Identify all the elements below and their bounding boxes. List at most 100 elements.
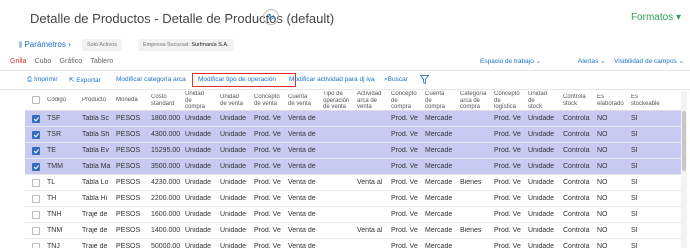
row-checkbox[interactable] <box>32 227 40 235</box>
table-cell: PESOS <box>116 131 141 138</box>
table-cell: Tabla Lo <box>82 179 109 186</box>
modify-arca-category-button[interactable]: Modificar categoría arca <box>116 76 186 83</box>
table-cell: PESOS <box>116 147 141 154</box>
search-button[interactable]: ⌕Buscar <box>384 76 408 84</box>
table-cell: Unidade <box>220 211 247 218</box>
filter-icon[interactable] <box>420 75 429 84</box>
table-row[interactable]: TE Tabla Ev PESOS 15295.00 Unidade Unidade Pro… <box>25 143 681 159</box>
table-cell: Prod. Ve <box>391 243 418 248</box>
table-cell: Controla <box>563 115 590 122</box>
table-cell: TMM <box>47 163 63 170</box>
param-chip-empresa[interactable]: Empresa-Sucursal: Surfmanía S.A. <box>138 39 234 51</box>
column-header[interactable]: Unidad de compra <box>185 91 217 110</box>
table-row[interactable]: TMM Tabla Ma PESOS 3500.000 Unidade Unidade Pr… <box>25 159 681 175</box>
chevron-down-icon: ⌄ <box>600 58 606 65</box>
table-row[interactable]: TL Tabla Lo PESOS 4230.000 Unidade Unidade Pro… <box>25 175 681 191</box>
table-cell: NO <box>597 131 608 138</box>
select-all-checkbox[interactable] <box>32 96 40 104</box>
chip-label: Solo Activos <box>87 42 117 48</box>
table-cell: TL <box>47 179 56 186</box>
print-button[interactable]: ⎙ Imprimir <box>27 76 57 84</box>
title-bar: Detalle de Productos - Detalle de Produc… <box>0 0 690 36</box>
export-icon: ⇱ <box>69 77 75 84</box>
table-cell: TNH <box>47 211 62 218</box>
table-cell: Venta de <box>288 131 316 138</box>
modify-activity-button[interactable]: Modificar actividad para dj iva <box>289 76 375 83</box>
table-row[interactable]: TH Tabla Hi PESOS 2200.000 Unidade Unidade Pro… <box>25 191 681 207</box>
export-button[interactable]: ⇱ Exportar <box>69 76 101 84</box>
table-cell: NO <box>597 179 608 186</box>
column-header[interactable]: Categoría arca de compra <box>460 91 491 110</box>
table-cell: Prod. Ve <box>391 163 418 170</box>
table-cell: Venta de <box>288 243 316 248</box>
table-cell: Unidade <box>220 115 247 122</box>
column-header[interactable]: Concepto de logística <box>494 91 525 110</box>
table-cell: Mercade <box>425 163 453 170</box>
table-cell: Unidade <box>185 115 212 122</box>
table-cell: Unidade <box>220 243 247 248</box>
column-header[interactable]: Tipo de operación de venta <box>323 91 354 110</box>
table-cell: TH <box>47 195 57 202</box>
row-checkbox[interactable] <box>32 115 40 123</box>
field-visibility-menu[interactable]: Visibilidad de campos ⌄ <box>614 57 684 65</box>
table-cell: Unidade <box>185 195 212 202</box>
table-cell: Venta de <box>288 227 316 234</box>
table-cell: Prod. Ve <box>254 227 281 234</box>
table-cell: Tabla Sc <box>82 115 109 122</box>
tab-cubo[interactable]: Cubo <box>35 58 52 65</box>
row-checkbox[interactable] <box>32 195 40 203</box>
table-cell: NO <box>597 227 608 234</box>
scrollbar-thumb[interactable] <box>682 111 686 171</box>
table-row[interactable]: TNM Traje de PESOS 1400.000 Unidade Unidade Pr… <box>25 223 681 239</box>
table-row[interactable]: TSR Tabla Sh PESOS 4300.000 Unidade Unidade Pr… <box>25 127 681 143</box>
column-header[interactable]: Concepto de compra <box>391 91 422 110</box>
table-cell: Unidade <box>528 115 555 122</box>
tab-grafico[interactable]: Gráfico <box>60 58 83 65</box>
table-cell: Unidade <box>528 211 555 218</box>
table-cell: PESOS <box>116 211 141 218</box>
row-checkbox[interactable] <box>32 163 40 171</box>
table-cell: TE <box>47 147 56 154</box>
table-cell: Bienes <box>460 179 482 186</box>
params-link[interactable]: ⫼ Parámetros › <box>19 40 71 50</box>
table-row[interactable]: TNH Traje de PESOS 1600.000 Unidade Unidade Pr… <box>25 207 681 223</box>
table-cell: PESOS <box>116 163 141 170</box>
table-cell: 50000.00 <box>151 243 181 248</box>
row-checkbox[interactable] <box>32 179 40 187</box>
table-cell: TNJ <box>47 243 60 248</box>
column-header[interactable]: Actividad arca de venta <box>357 91 388 110</box>
workspace-menu[interactable]: Espacio de trabajo ⌄ <box>480 57 541 65</box>
row-checkbox[interactable] <box>32 211 40 219</box>
table-cell: Controla <box>563 147 590 154</box>
table-cell: Unidade <box>528 179 555 186</box>
table-cell: Prod. Ve <box>494 243 521 248</box>
param-chip-solo-activos[interactable]: Solo Activos <box>82 39 122 51</box>
tab-tablero[interactable]: Tablero <box>90 58 113 65</box>
table-cell: Unidade <box>220 227 247 234</box>
table-cell: 15295.00 <box>151 147 181 154</box>
field-visibility-label: Visibilidad de campos <box>614 58 677 65</box>
table-cell: Prod. Ve <box>494 195 521 202</box>
vertical-scrollbar[interactable] <box>681 91 687 248</box>
tab-grilla[interactable]: Grilla <box>10 58 26 65</box>
table-cell: Unidade <box>185 131 212 138</box>
column-header[interactable]: Cuenta de compra <box>425 91 457 110</box>
table-cell: Unidade <box>528 147 555 154</box>
table-cell: NO <box>597 163 608 170</box>
formatos-menu[interactable]: Formatos ▾ <box>631 12 681 23</box>
table-row[interactable]: TSF Tabla Sc PESOS 1800.000 Unidade Unidade Pr… <box>25 111 681 127</box>
table-cell: PESOS <box>116 227 141 234</box>
alerts-menu[interactable]: Alertas ⌄ <box>578 57 606 65</box>
table-row[interactable]: TNJ Traje de PESOS 50000.00 Unidade Unidade Pr… <box>25 239 681 248</box>
table-cell: Venta de <box>288 115 316 122</box>
modify-operation-type-button[interactable]: Modificar tipo de operación <box>198 76 276 83</box>
column-header[interactable]: Unidad de stock <box>528 91 560 110</box>
row-checkbox[interactable] <box>32 243 40 248</box>
table-cell: Prod. Ve <box>494 211 521 218</box>
table-cell: TSR <box>47 131 61 138</box>
row-checkbox[interactable] <box>32 147 40 155</box>
row-checkbox[interactable] <box>32 131 40 139</box>
chevron-down-icon: ▾ <box>675 12 681 23</box>
refresh-icon[interactable]: ↻ <box>263 9 279 25</box>
table-cell: SI <box>631 115 638 122</box>
